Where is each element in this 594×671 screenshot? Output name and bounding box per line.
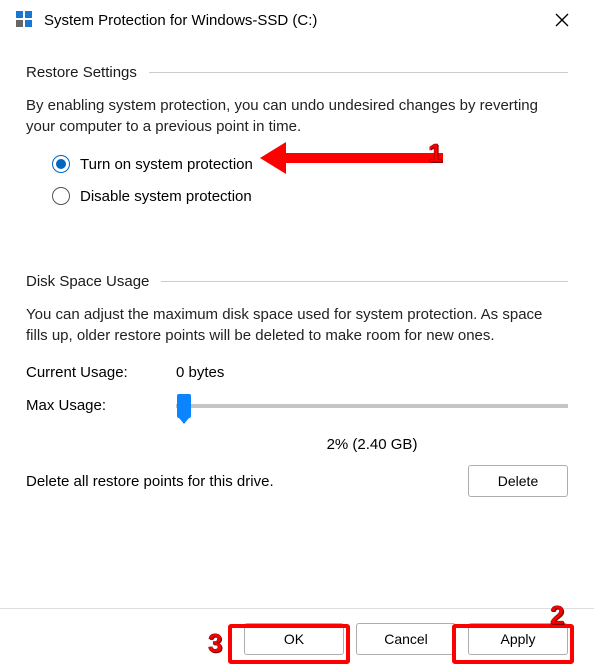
close-button[interactable] <box>542 4 582 36</box>
current-usage-value: 0 bytes <box>176 364 224 381</box>
system-protection-icon <box>16 11 34 29</box>
radio-disable[interactable]: Disable system protection <box>52 187 568 205</box>
radio-off-label: Disable system protection <box>80 188 252 205</box>
restore-description: By enabling system protection, you can u… <box>26 95 568 137</box>
radio-icon <box>52 187 70 205</box>
max-usage-slider[interactable] <box>176 404 568 408</box>
ok-button[interactable]: OK <box>244 623 344 655</box>
dialog-footer: OK Cancel Apply <box>0 608 594 671</box>
window-title: System Protection for Windows-SSD (C:) <box>44 12 542 29</box>
current-usage-label: Current Usage: <box>26 364 176 381</box>
apply-button[interactable]: Apply <box>468 623 568 655</box>
disk-description: You can adjust the maximum disk space us… <box>26 304 568 346</box>
radio-turn-on[interactable]: Turn on system protection <box>52 155 568 173</box>
titlebar: System Protection for Windows-SSD (C:) <box>0 0 594 40</box>
radio-icon <box>52 155 70 173</box>
delete-button[interactable]: Delete <box>468 465 568 497</box>
cancel-button[interactable]: Cancel <box>356 623 456 655</box>
disk-space-header: Disk Space Usage <box>26 273 568 290</box>
max-usage-label: Max Usage: <box>26 397 176 414</box>
slider-thumb[interactable] <box>177 394 191 418</box>
radio-on-label: Turn on system protection <box>80 156 253 173</box>
slider-value-text: 2% (2.40 GB) <box>26 436 568 453</box>
delete-description: Delete all restore points for this drive… <box>26 473 274 490</box>
restore-settings-header: Restore Settings <box>26 64 568 81</box>
